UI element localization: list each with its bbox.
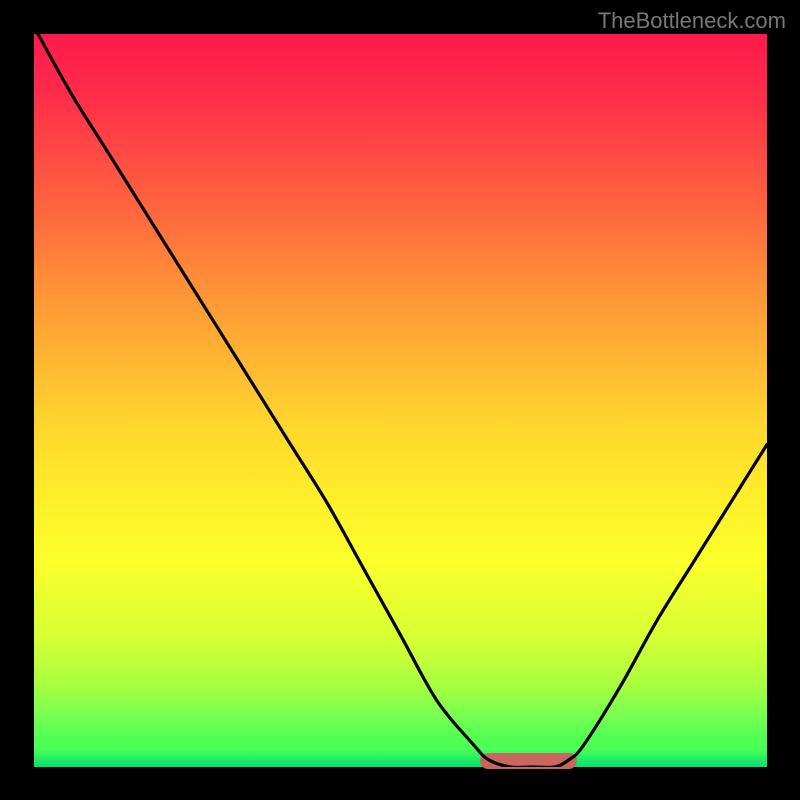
watermark-text: TheBottleneck.com (598, 8, 786, 34)
bottleneck-curve (34, 34, 767, 767)
chart-plot-area (34, 34, 767, 767)
